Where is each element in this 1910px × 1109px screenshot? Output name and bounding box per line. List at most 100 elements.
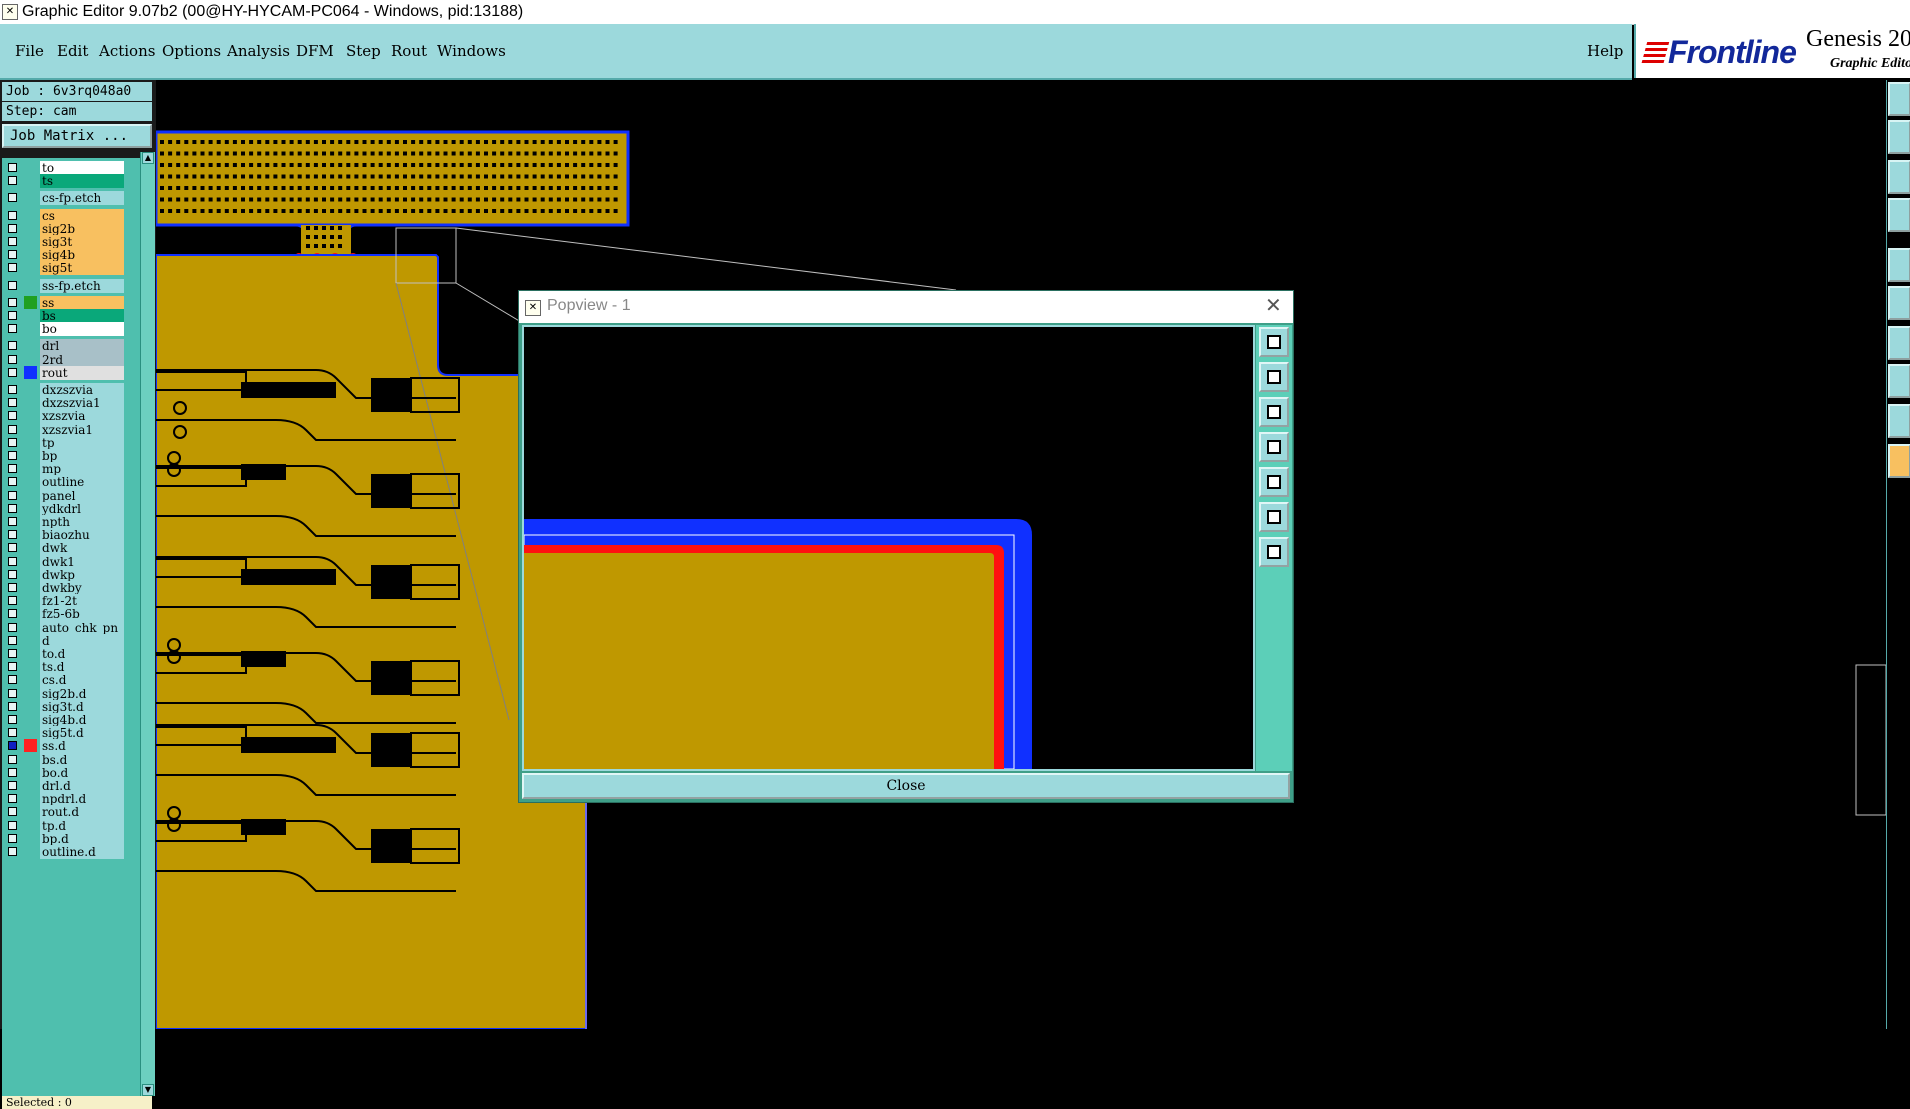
layer-color-swatch[interactable] (24, 339, 37, 352)
layer-color-swatch[interactable] (24, 673, 37, 686)
layer-color-swatch[interactable] (24, 261, 37, 274)
tool-button-9[interactable] (1888, 404, 1910, 438)
layer-color-swatch[interactable] (24, 568, 37, 581)
tool-button-1[interactable] (1888, 82, 1910, 116)
layer-checkbox[interactable] (8, 794, 17, 804)
layer-checkbox[interactable] (8, 503, 17, 513)
menu-windows[interactable]: Windows (437, 42, 506, 60)
layer-row[interactable]: outline.d (2, 844, 140, 859)
popview-zoom-fit-button[interactable] (1259, 327, 1289, 357)
layer-row[interactable]: bo (2, 321, 140, 337)
layer-name[interactable]: rout (40, 365, 124, 380)
layer-color-swatch[interactable] (24, 383, 37, 396)
layer-color-swatch[interactable] (24, 161, 37, 174)
menu-actions[interactable]: Actions (99, 42, 155, 60)
close-button[interactable]: Close (522, 773, 1290, 799)
layer-checkbox[interactable] (8, 701, 17, 711)
layer-checkbox[interactable] (8, 662, 17, 672)
layer-checkbox[interactable] (8, 767, 17, 777)
menu-help[interactable]: Help (1587, 42, 1623, 60)
layer-checkbox[interactable] (8, 596, 17, 606)
layer-checkbox[interactable] (8, 556, 17, 566)
layer-checkbox[interactable] (8, 464, 17, 474)
menu-edit[interactable]: Edit (57, 42, 88, 60)
layer-checkbox[interactable] (8, 237, 17, 246)
layer-checkbox[interactable] (8, 398, 17, 408)
layer-color-swatch[interactable] (24, 819, 37, 832)
layer-checkbox[interactable] (8, 609, 17, 619)
layer-checkbox[interactable] (8, 311, 17, 320)
layer-color-swatch[interactable] (24, 279, 37, 292)
layer-checkbox[interactable] (8, 223, 17, 233)
layer-color-swatch[interactable] (24, 805, 37, 818)
layer-color-swatch[interactable] (24, 462, 37, 475)
layer-checkbox[interactable] (8, 354, 17, 364)
layer-color-swatch[interactable] (24, 753, 37, 766)
tool-button-6[interactable] (1888, 286, 1910, 320)
layer-checkbox[interactable] (8, 437, 17, 447)
layer-checkbox[interactable] (8, 635, 17, 645)
layer-checkbox[interactable] (8, 569, 17, 579)
layer-checkbox[interactable] (8, 649, 17, 658)
layer-color-swatch[interactable] (24, 779, 37, 792)
tool-button-3[interactable] (1888, 160, 1910, 194)
layer-checkbox[interactable] (8, 781, 17, 790)
layer-color-swatch[interactable] (24, 409, 37, 422)
layer-checkbox[interactable] (8, 807, 17, 817)
layer-color-swatch[interactable] (24, 607, 37, 620)
menu-step[interactable]: Step (346, 42, 381, 60)
tool-button-5[interactable] (1888, 248, 1910, 282)
layer-checkbox[interactable] (8, 297, 17, 307)
popview-pan-right-button[interactable] (1259, 467, 1289, 497)
layer-checkbox[interactable] (8, 833, 17, 843)
layer-checkbox[interactable] (8, 490, 17, 500)
layer-checkbox[interactable] (8, 583, 17, 592)
layer-checkbox[interactable] (8, 411, 17, 421)
menu-dfm[interactable]: DFM (296, 42, 334, 60)
layer-scrollbar[interactable]: ▲ ▼ (140, 152, 155, 1096)
layer-name[interactable]: sig5t (40, 261, 124, 276)
tool-button-7[interactable] (1888, 326, 1910, 360)
layer-row[interactable]: rout (2, 365, 140, 380)
layer-color-swatch[interactable] (24, 713, 37, 726)
layer-color-swatch[interactable] (24, 423, 37, 436)
layer-color-swatch[interactable] (24, 739, 37, 753)
layer-color-swatch[interactable] (24, 647, 37, 660)
layer-checkbox[interactable] (8, 530, 17, 540)
job-matrix-button[interactable]: Job Matrix ... (2, 124, 152, 148)
layer-color-swatch[interactable] (24, 687, 37, 700)
layer-color-swatch[interactable] (24, 726, 37, 739)
layer-color-swatch[interactable] (24, 621, 37, 634)
layer-color-swatch[interactable] (24, 475, 37, 488)
popview-pan-down-button[interactable] (1259, 397, 1289, 427)
layer-color-swatch[interactable] (24, 528, 37, 541)
popview-pan-up-button[interactable] (1259, 362, 1289, 392)
layer-checkbox[interactable] (8, 741, 17, 751)
layer-color-swatch[interactable] (24, 515, 37, 528)
layer-checkbox[interactable] (8, 477, 17, 487)
layer-checkbox[interactable] (8, 451, 17, 460)
layer-checkbox[interactable] (8, 543, 17, 553)
layer-color-swatch[interactable] (24, 766, 37, 779)
menu-analysis[interactable]: Analysis (227, 42, 290, 60)
layer-checkbox[interactable] (8, 688, 17, 698)
layer-color-swatch[interactable] (24, 845, 37, 858)
layer-color-swatch[interactable] (24, 792, 37, 805)
layer-checkbox[interactable] (8, 163, 17, 172)
layer-color-swatch[interactable] (24, 248, 37, 261)
layer-checkbox[interactable] (8, 193, 17, 203)
layer-checkbox[interactable] (8, 820, 17, 830)
popview-zoom-in-button[interactable] (1259, 502, 1289, 532)
layer-color-swatch[interactable] (24, 365, 37, 379)
layer-color-swatch[interactable] (24, 191, 37, 204)
layer-checkbox[interactable] (8, 324, 17, 334)
layer-checkbox[interactable] (8, 715, 17, 724)
popview-pan-left-button[interactable] (1259, 432, 1289, 462)
layer-color-swatch[interactable] (24, 222, 37, 235)
layer-color-swatch[interactable] (24, 436, 37, 449)
popview-viewport[interactable] (522, 325, 1255, 771)
layer-color-swatch[interactable] (24, 555, 37, 568)
tool-button-8[interactable] (1888, 364, 1910, 398)
layer-color-swatch[interactable] (24, 489, 37, 502)
layer-checkbox[interactable] (8, 675, 17, 685)
